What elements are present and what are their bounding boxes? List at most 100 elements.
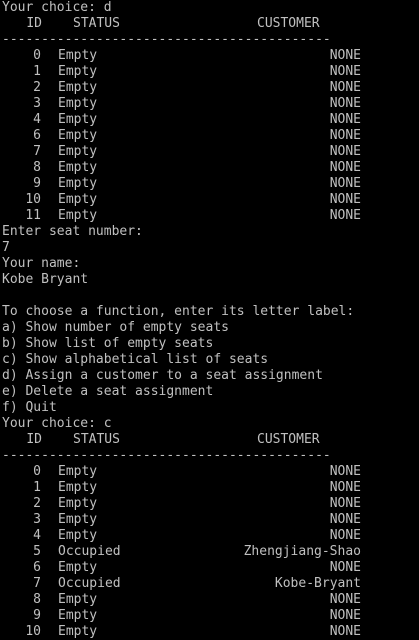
seat-customer: Kobe-Bryant (274, 576, 361, 591)
menu-item: f) Quit (0, 400, 419, 416)
choice-prompt-2: Your choice: c (2, 416, 112, 431)
seat-status: Empty (58, 624, 98, 639)
seat-id: 1 (33, 480, 41, 495)
console-window[interactable]: Your choice: d ID STATUS CUSTOMER ------… (0, 0, 419, 640)
table-row: 9 Empty NONE (0, 608, 419, 624)
table-row: 3 Empty NONE (0, 96, 419, 112)
table-row: 10 Empty NONE (0, 192, 419, 208)
seat-id: 2 (33, 80, 41, 95)
table-row: 7 Occupied Kobe-Bryant (0, 576, 419, 592)
seat-id: 8 (33, 592, 41, 607)
menu-item: a) Show number of empty seats (0, 320, 419, 336)
seat-id: 6 (33, 560, 41, 575)
seat-id: 5 (33, 544, 41, 559)
seat-id: 2 (33, 496, 41, 511)
seat-id: 6 (33, 128, 41, 143)
seat-id: 9 (33, 608, 41, 623)
seat-number-value: 7 (2, 240, 10, 255)
seat-status: Empty (58, 128, 98, 143)
table-row: 4 Empty NONE (0, 528, 419, 544)
seat-status: Occupied (58, 576, 121, 591)
table-row: 8 Empty NONE (0, 592, 419, 608)
header-id: ID (26, 432, 42, 447)
seat-id: 10 (25, 192, 41, 207)
seat-customer: NONE (329, 528, 361, 543)
seat-id: 10 (25, 624, 41, 639)
seat-status: Empty (58, 592, 98, 607)
seat-customer: NONE (329, 64, 361, 79)
table-row: 11 Empty NONE (0, 208, 419, 224)
console-line: To choose a function, enter its letter l… (0, 304, 419, 320)
seat-status: Empty (58, 608, 98, 623)
table-row: 0 Empty NONE (0, 464, 419, 480)
seat-status: Empty (58, 192, 98, 207)
menu-item: e) Delete a seat assignment (0, 384, 419, 400)
table-row: 0 Empty NONE (0, 48, 419, 64)
seat-customer: NONE (329, 560, 361, 575)
separator-text: ----------------------------------------… (2, 448, 331, 463)
seat-id: 0 (33, 464, 41, 479)
separator-text: ----------------------------------------… (2, 32, 331, 47)
header-status: STATUS (73, 16, 120, 31)
seat-status: Empty (58, 176, 98, 191)
seat-status: Empty (58, 560, 98, 575)
table-row: 7 Empty NONE (0, 144, 419, 160)
name-prompt: Your name: (2, 256, 81, 271)
menu-item-label: c) Show alphabetical list of seats (2, 352, 269, 367)
seat-status: Empty (58, 464, 98, 479)
seat-status: Empty (58, 480, 98, 495)
seat-customer: NONE (329, 192, 361, 207)
seat-customer: NONE (329, 160, 361, 175)
seat-id: 3 (33, 96, 41, 111)
header-customer: CUSTOMER (257, 16, 320, 31)
seat-status: Empty (58, 64, 98, 79)
seat-id: 8 (33, 160, 41, 175)
seat-customer: NONE (329, 592, 361, 607)
seat-number-prompt: Enter seat number: (2, 224, 143, 239)
menu-intro: To choose a function, enter its letter l… (2, 304, 355, 319)
seat-customer: NONE (329, 608, 361, 623)
header-id: ID (26, 16, 42, 31)
seat-status: Empty (58, 160, 98, 175)
table-row: 8 Empty NONE (0, 160, 419, 176)
seat-customer: NONE (329, 96, 361, 111)
seat-status: Empty (58, 80, 98, 95)
table-row: 6 Empty NONE (0, 560, 419, 576)
table-row: 2 Empty NONE (0, 496, 419, 512)
function-menu: a) Show number of empty seats b) Show lis… (0, 320, 419, 416)
console-line: Your name: (0, 256, 419, 272)
name-value: Kobe Bryant (2, 272, 89, 287)
seat-customer: NONE (329, 128, 361, 143)
seat-customer: NONE (329, 144, 361, 159)
menu-item-label: d) Assign a customer to a seat assignmen… (2, 368, 323, 383)
menu-item-label: b) Show list of empty seats (2, 336, 214, 351)
console-line: 7 (0, 240, 419, 256)
menu-item-label: e) Delete a seat assignment (2, 384, 214, 399)
seat-customer: NONE (329, 112, 361, 127)
seat-id: 3 (33, 512, 41, 527)
seat-customer: NONE (329, 624, 361, 639)
separator-1: ----------------------------------------… (0, 32, 419, 48)
console-line: Enter seat number: (0, 224, 419, 240)
seat-customer: Zhengjiang-Shao (243, 544, 361, 559)
table-row: 5 Occupied Zhengjiang-Shao (0, 544, 419, 560)
seat-customer: NONE (329, 464, 361, 479)
table-row: 3 Empty NONE (0, 512, 419, 528)
seat-customer: NONE (329, 496, 361, 511)
table-row: 4 Empty NONE (0, 112, 419, 128)
seat-id: 7 (33, 144, 41, 159)
seat-status: Empty (58, 528, 98, 543)
console-line: Kobe Bryant (0, 272, 419, 288)
seat-status: Occupied (58, 544, 121, 559)
seat-status: Empty (58, 208, 98, 223)
seat-customer: NONE (329, 176, 361, 191)
seat-customer: NONE (329, 480, 361, 495)
seat-id: 9 (33, 176, 41, 191)
table-header-2: ID STATUS CUSTOMER (0, 432, 419, 448)
table-row: 6 Empty NONE (0, 128, 419, 144)
menu-item-label: a) Show number of empty seats (2, 320, 229, 335)
seat-status: Empty (58, 48, 98, 63)
table-row: 9 Empty NONE (0, 176, 419, 192)
seat-id: 4 (33, 112, 41, 127)
